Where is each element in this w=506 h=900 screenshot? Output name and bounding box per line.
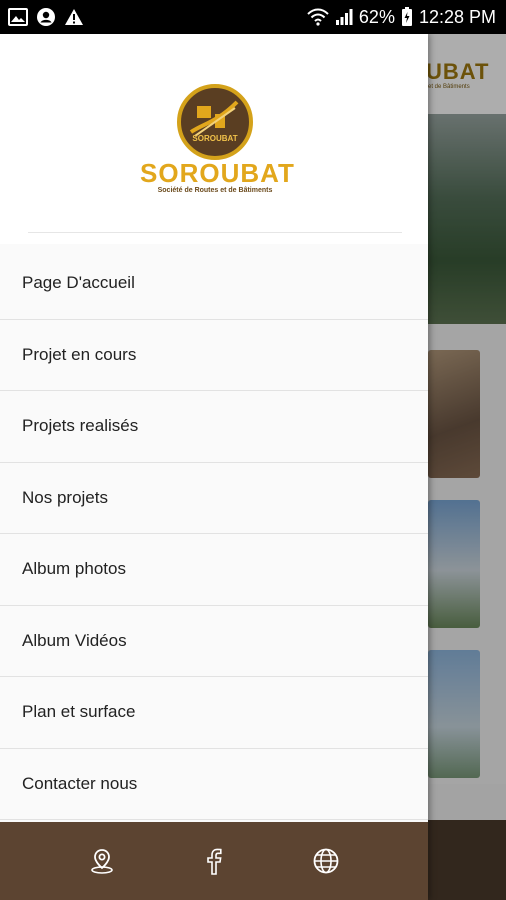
battery-icon — [401, 7, 413, 27]
menu-item-label: Nos projets — [22, 487, 108, 507]
header-divider — [28, 232, 402, 233]
warning-icon — [64, 8, 84, 26]
scrim-overlay[interactable] — [428, 34, 506, 900]
logo-building-icon — [189, 100, 239, 137]
location-pin-icon[interactable] — [87, 846, 117, 876]
globe-icon[interactable] — [311, 846, 341, 876]
facebook-icon[interactable] — [199, 846, 229, 876]
logo-tagline: Société de Routes et de Bâtiments — [157, 187, 273, 194]
drawer-header: SOROUBAT SOROUBAT Société de Routes et d… — [0, 34, 428, 244]
account-circle-icon — [36, 7, 56, 27]
background-app: UBAT et de Bâtiments — [428, 34, 506, 900]
menu-item-label: Contacter nous — [22, 773, 138, 793]
menu-item-home[interactable]: Page D'accueil — [0, 248, 428, 320]
menu-item-contact[interactable]: Contacter nous — [0, 748, 428, 820]
menu-item-our-projects[interactable]: Nos projets — [0, 462, 428, 534]
menu-item-label: Plan et surface — [22, 702, 136, 722]
logo-emblem: SOROUBAT — [177, 84, 253, 160]
battery-percent: 62% — [358, 6, 395, 27]
menu-item-label: Album Vidéos — [22, 630, 127, 650]
menu-item-current-projects[interactable]: Projet en cours — [0, 319, 428, 391]
signal-icon — [335, 8, 353, 26]
status-bar: 62% 12:28 PM — [0, 0, 506, 34]
wifi-icon — [307, 8, 329, 26]
menu-item-label: Projet en cours — [22, 344, 137, 364]
menu-item-label: Album photos — [22, 559, 126, 579]
drawer-menu: Page D'accueil Projet en cours Projets r… — [0, 248, 428, 820]
menu-item-plan-surface[interactable]: Plan et surface — [0, 677, 428, 749]
logo-inner-text: SOROUBAT — [192, 134, 238, 143]
logo-brand: SOROUBAT — [140, 158, 295, 188]
navigation-drawer: SOROUBAT SOROUBAT Société de Routes et d… — [0, 34, 428, 900]
image-icon — [8, 8, 28, 26]
menu-item-photo-album[interactable]: Album photos — [0, 534, 428, 606]
menu-item-label: Page D'accueil — [22, 273, 135, 293]
menu-item-completed-projects[interactable]: Projets realisés — [0, 391, 428, 463]
soroubat-logo: SOROUBAT SOROUBAT Société de Routes et d… — [140, 84, 295, 234]
menu-item-video-album[interactable]: Album Vidéos — [0, 605, 428, 677]
clock: 12:28 PM — [418, 6, 496, 27]
drawer-footer — [0, 822, 428, 900]
menu-item-label: Projets realisés — [22, 416, 139, 436]
